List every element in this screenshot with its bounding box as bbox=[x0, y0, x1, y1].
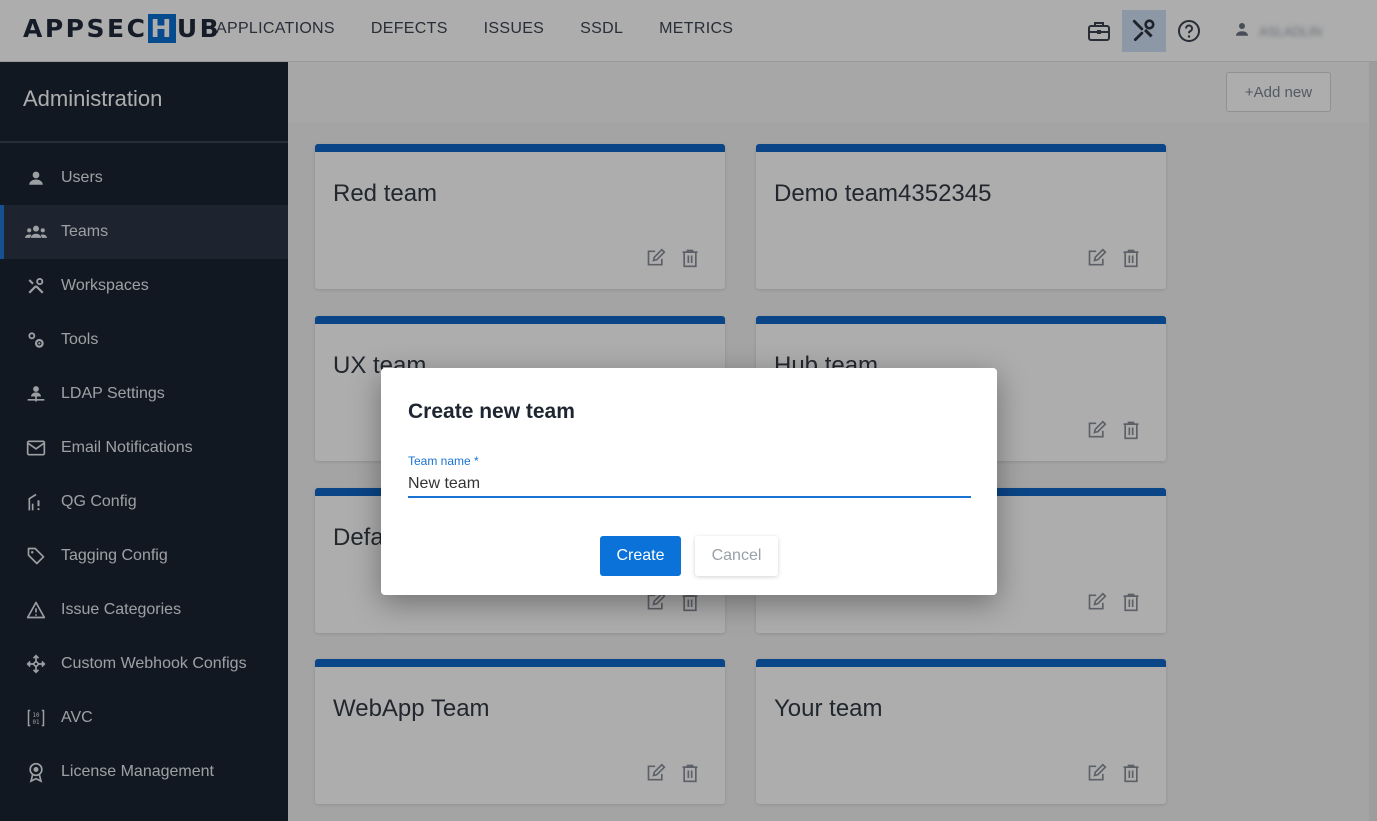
cancel-button[interactable]: Cancel bbox=[695, 536, 778, 576]
create-team-dialog: Create new team Team name * Create Cance… bbox=[381, 368, 997, 595]
team-name-input[interactable] bbox=[408, 471, 971, 498]
dialog-title: Create new team bbox=[408, 400, 575, 423]
team-name-label: Team name * bbox=[408, 454, 479, 468]
create-button[interactable]: Create bbox=[600, 536, 681, 576]
